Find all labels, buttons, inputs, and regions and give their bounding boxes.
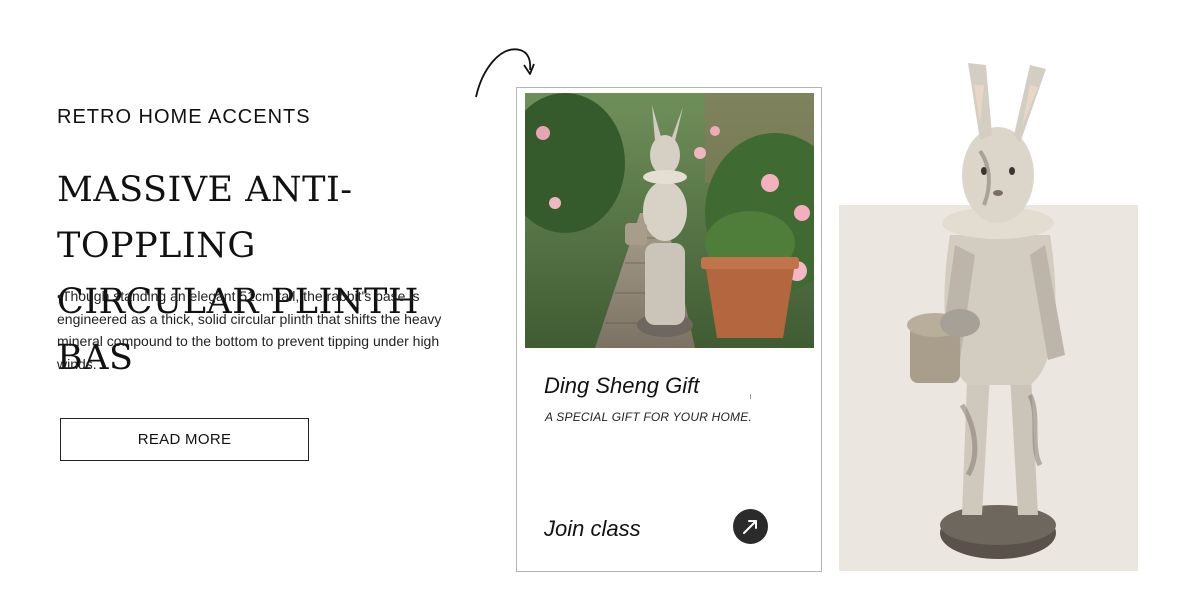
join-class-link[interactable]: Join class — [544, 516, 641, 542]
rabbit-statue-image — [907, 63, 1065, 559]
eyebrow-text: RETRO HOME ACCENTS — [57, 106, 311, 128]
headline-line-1: MASSIVE ANTI-TOPPLING — [57, 170, 353, 266]
divider-tick — [750, 394, 751, 399]
card-subtitle: A SPECIAL GIFT FOR YOUR HOME. — [545, 410, 752, 424]
card-title: Ding Sheng Gift — [544, 373, 700, 398]
garden-rabbit-photo — [525, 93, 814, 348]
arrow-up-right-button[interactable] — [733, 509, 768, 544]
product-card: Ding Sheng Gift A SPECIAL GIFT FOR YOUR … — [516, 87, 822, 572]
read-more-button[interactable]: READ MORE — [60, 418, 309, 461]
arrow-up-right-icon — [743, 520, 757, 534]
body-copy: •Though standing an elegant 51cm tall, t… — [57, 288, 442, 372]
